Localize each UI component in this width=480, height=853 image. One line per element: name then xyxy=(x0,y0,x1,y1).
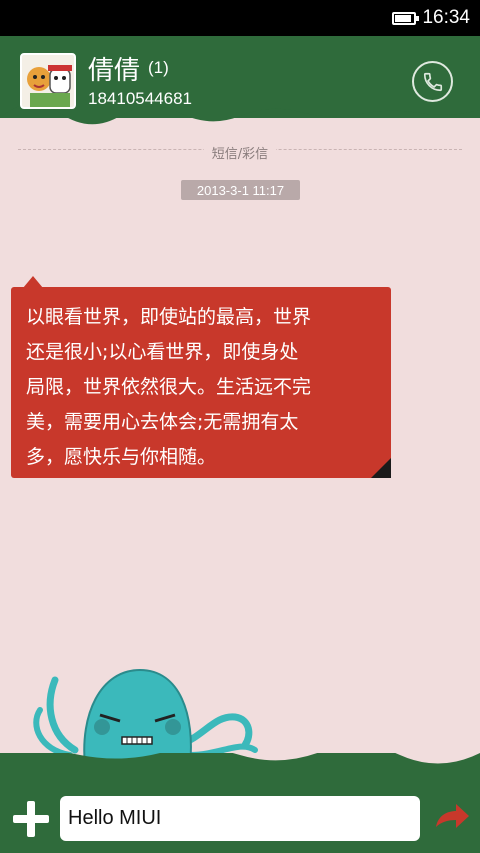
battery-icon xyxy=(392,11,420,25)
section-label: 短信/彩信 xyxy=(0,143,480,162)
contact-name: 倩倩 xyxy=(88,56,141,86)
section-label-text: 短信/彩信 xyxy=(203,147,277,162)
message-line: 多，愿快乐与你相随。 xyxy=(26,446,217,468)
add-attachment-button[interactable] xyxy=(13,801,49,837)
octopus-illustration xyxy=(33,668,258,765)
bubble-corner xyxy=(371,458,391,478)
message-line: 还是很小;以心看世界，即使身处 xyxy=(26,341,299,363)
status-time: 16:34 xyxy=(422,7,470,28)
call-button[interactable] xyxy=(412,61,453,102)
message-input[interactable] xyxy=(60,796,420,841)
message-timestamp: 2013-3-1 11:17 xyxy=(181,180,300,200)
send-arrow-icon xyxy=(436,804,469,828)
send-button[interactable] xyxy=(432,801,472,833)
message-line: 局限，世界依然很大。生活远不完 xyxy=(26,376,312,398)
avatar-image xyxy=(22,55,74,107)
unread-count: (1) xyxy=(148,58,169,77)
contact-avatar[interactable] xyxy=(20,53,76,109)
message-line: 美，需要用心去体会;无需拥有太 xyxy=(26,411,299,433)
contact-phone-number: 18410544681 xyxy=(88,89,193,108)
phone-icon xyxy=(423,72,442,91)
status-bar: 16:34 xyxy=(0,0,480,36)
message-line: 以眼看世界，即使站的最高，世界 xyxy=(26,306,312,328)
incoming-message-bubble[interactable]: 以眼看世界，即使站的最高，世界 还是很小;以心看世界，即使身处 局限，世界依然很… xyxy=(11,276,391,478)
